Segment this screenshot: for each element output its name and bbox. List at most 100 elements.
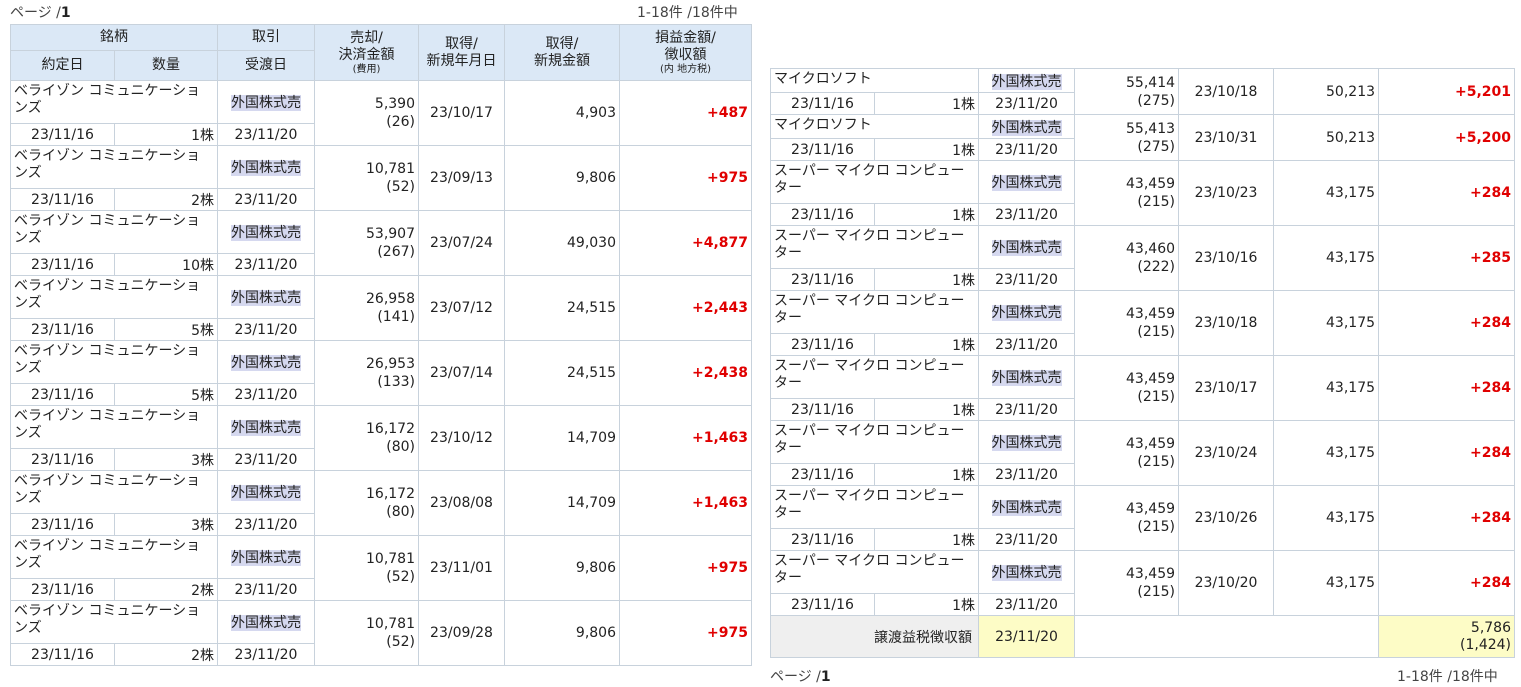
acquisition-date: 23/11/01	[418, 535, 505, 601]
profit-loss: +975	[619, 145, 752, 211]
trade-type-cell: 外国株式売	[217, 470, 315, 514]
local-tax: (1,424)	[1460, 636, 1512, 653]
table-row: マイクロソフト 外国株式売 55,413 (275) 23/10/31 50,213 +5,…	[769, 114, 1516, 161]
delivery-date: 23/11/20	[217, 578, 315, 601]
record-count-right: 1-18件 /18件中	[1397, 669, 1498, 685]
page-label: ページ /	[770, 669, 821, 685]
table-row: ベライゾン コミュニケーションズ 外国株式売 5,390 (26) 23/10/17 4,…	[10, 80, 752, 146]
trade-type-badge: 外国株式売	[991, 175, 1062, 191]
fee: (52)	[386, 179, 415, 195]
trade-type-badge: 外国株式売	[231, 485, 301, 501]
tax-amount: 5,786	[1470, 619, 1512, 636]
contract-date: 23/11/16	[770, 203, 875, 226]
acquisition-date: 23/07/14	[418, 340, 505, 406]
tax-date: 23/11/20	[978, 615, 1076, 658]
acquisition-amount: 43,175	[1273, 290, 1380, 356]
sell-amount-cell: 43,459 (215)	[1074, 550, 1180, 616]
trade-type-badge: 外国株式売	[991, 73, 1062, 90]
contract-date: 23/11/16	[770, 268, 875, 291]
delivery-date: 23/11/20	[978, 333, 1076, 356]
table-row: ベライゾン コミュニケーションズ 外国株式売 26,953 (133) 23/07/14…	[10, 340, 752, 406]
contract-date: 23/11/16	[10, 448, 115, 471]
sell-amount: 26,953	[366, 356, 415, 372]
tax-amount-cell: 5,786 (1,424)	[1378, 615, 1516, 658]
trade-type-cell: 外国株式売	[217, 405, 315, 449]
security-name: ベライゾン コミュニケーションズ	[10, 340, 218, 384]
profit-loss: +4,877	[619, 210, 752, 276]
sell-amount-cell: 43,460 (222)	[1074, 225, 1180, 291]
profit-loss: +284	[1378, 420, 1516, 486]
contract-date: 23/11/16	[770, 528, 875, 551]
trade-type-badge: 外国株式売	[991, 305, 1062, 321]
header-contract-date: 約定日	[10, 50, 115, 81]
contract-date: 23/11/16	[770, 593, 875, 616]
delivery-date: 23/11/20	[217, 318, 315, 341]
quantity: 3株	[114, 448, 218, 471]
trade-type-badge: 外国株式売	[231, 355, 301, 371]
header-profit-loss: 損益金額/ 徴収額 (内 地方税)	[619, 24, 752, 81]
fee: (80)	[386, 504, 415, 520]
contract-date: 23/11/16	[10, 318, 115, 341]
security-name: スーパー マイクロ コンピューター	[769, 225, 980, 269]
fee: (267)	[377, 244, 415, 260]
fee: (52)	[386, 569, 415, 585]
sell-amount: 55,414	[1126, 74, 1176, 91]
quantity: 1株	[873, 333, 980, 356]
quantity: 1株	[873, 203, 980, 226]
tax-blank	[1074, 615, 1380, 658]
acquisition-date: 23/09/13	[418, 145, 505, 211]
profit-loss: +5,200	[1378, 114, 1516, 161]
trade-type-badge: 外国株式売	[231, 160, 301, 176]
profit-loss: +975	[619, 535, 752, 601]
header-quantity: 数量	[114, 50, 218, 81]
page-number: 1	[60, 5, 71, 21]
acquisition-amount: 43,175	[1273, 225, 1380, 291]
profit-loss: +975	[619, 600, 752, 666]
delivery-date: 23/11/20	[217, 123, 315, 146]
trade-type-cell: 外国株式売	[978, 420, 1076, 464]
table-row: ベライゾン コミュニケーションズ 外国株式売 16,172 (80) 23/08/08 1…	[10, 470, 752, 536]
sell-amount-cell: 43,459 (215)	[1074, 355, 1180, 421]
acquisition-date: 23/10/18	[1178, 68, 1275, 115]
acquisition-amount: 24,515	[504, 340, 620, 406]
trade-type-badge: 外国株式売	[231, 225, 301, 241]
trade-type-badge: 外国株式売	[991, 370, 1062, 386]
quantity: 1株	[873, 92, 980, 115]
delivery-date: 23/11/20	[978, 92, 1076, 115]
table-row: ベライゾン コミュニケーションズ 外国株式売 10,781 (52) 23/09/13 9…	[10, 145, 752, 211]
trade-type-cell: 外国株式売	[978, 290, 1076, 334]
contract-date: 23/11/16	[770, 463, 875, 486]
sell-amount-cell: 43,459 (215)	[1074, 290, 1180, 356]
table-row: スーパー マイクロ コンピューター 外国株式売 43,459 (215) 23/10/2…	[769, 420, 1516, 486]
table-row: ベライゾン コミュニケーションズ 外国株式売 26,958 (141) 23/07/12…	[10, 275, 752, 341]
tax-label: 譲渡益税徴収額	[769, 615, 980, 658]
sell-amount-cell: 10,781 (52)	[314, 145, 419, 211]
sell-amount: 43,459	[1126, 371, 1176, 387]
sell-amount-cell: 10,781 (52)	[314, 535, 419, 601]
trade-history-table-right: マイクロソフト 外国株式売 55,414 (275) 23/10/18 50,213 +5,…	[769, 68, 1516, 658]
sell-amount: 43,459	[1126, 306, 1176, 322]
fee: (222)	[1137, 259, 1176, 275]
quantity: 2株	[114, 188, 218, 211]
acquisition-date: 23/10/20	[1178, 550, 1275, 616]
quantity: 5株	[114, 318, 218, 341]
pagination-right-bottom: ページ /1	[770, 666, 831, 686]
contract-date: 23/11/16	[10, 383, 115, 406]
sell-amount-cell: 43,459 (215)	[1074, 420, 1180, 486]
table-row: ベライゾン コミュニケーションズ 外国株式売 53,907 (267) 23/07/24…	[10, 210, 752, 276]
sell-amount-cell: 55,413 (275)	[1074, 114, 1180, 161]
trade-type-cell: 外国株式売	[217, 210, 315, 254]
table-row: スーパー マイクロ コンピューター 外国株式売 43,460 (222) 23/10/1…	[769, 225, 1516, 291]
delivery-date: 23/11/20	[978, 138, 1076, 161]
acquisition-date: 23/10/16	[1178, 225, 1275, 291]
sell-amount: 43,459	[1126, 566, 1176, 582]
sell-amount-cell: 16,172 (80)	[314, 405, 419, 471]
acquisition-date: 23/10/24	[1178, 420, 1275, 486]
security-name: ベライゾン コミュニケーションズ	[10, 470, 218, 514]
sell-amount: 10,781	[366, 551, 415, 567]
sell-amount: 43,459	[1126, 176, 1176, 192]
sell-amount-cell: 26,958 (141)	[314, 275, 419, 341]
sell-amount-cell: 10,781 (52)	[314, 600, 419, 666]
contract-date: 23/11/16	[10, 188, 115, 211]
delivery-date: 23/11/20	[217, 513, 315, 536]
